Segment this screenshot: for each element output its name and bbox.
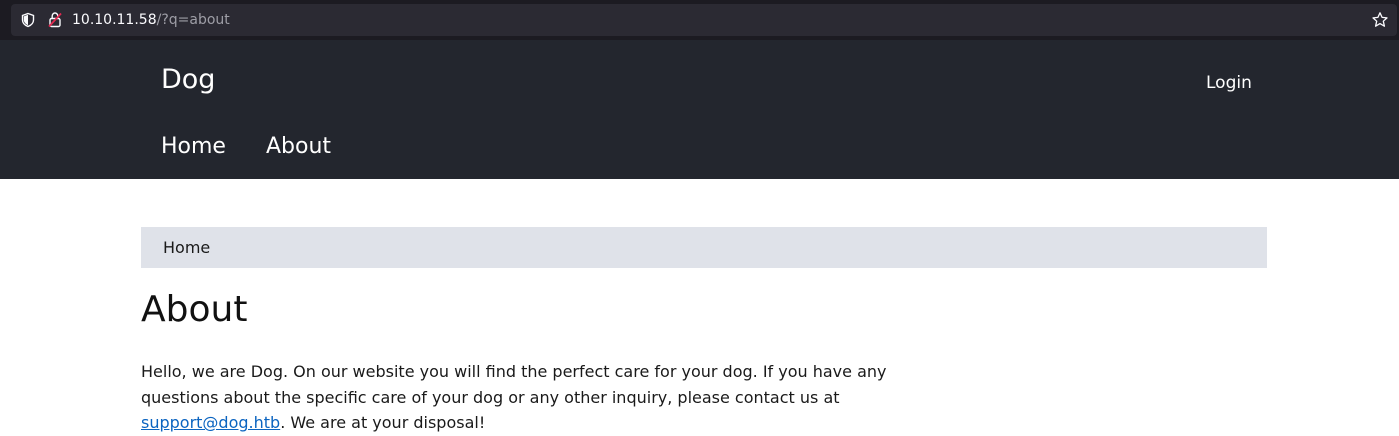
- breadcrumb: Home: [141, 227, 1267, 268]
- browser-toolbar: 10.10.11.58/?q=about: [0, 0, 1399, 40]
- menu-link-about[interactable]: About: [266, 134, 331, 159]
- lock-insecure-icon[interactable]: [47, 11, 63, 28]
- paragraph-text-start: Hello, we are Dog. On our website you wi…: [141, 362, 887, 407]
- support-email-link[interactable]: support@dog.htb: [141, 413, 280, 432]
- url-path: /?q=about: [156, 12, 230, 28]
- bookmark-star-icon[interactable]: [1371, 11, 1389, 29]
- about-paragraph: Hello, we are Dog. On our website you wi…: [141, 359, 963, 436]
- menu-link-home[interactable]: Home: [161, 134, 226, 159]
- page-title: About: [141, 289, 248, 330]
- shield-icon[interactable]: [20, 12, 36, 28]
- login-link[interactable]: Login: [1206, 72, 1252, 94]
- site-name-link[interactable]: Dog: [161, 62, 215, 98]
- breadcrumb-home-link[interactable]: Home: [163, 227, 210, 268]
- main-menu: Home About: [161, 132, 331, 162]
- url-text[interactable]: 10.10.11.58/?q=about: [72, 4, 230, 36]
- menu-item-home: Home: [161, 132, 226, 162]
- menu-item-about: About: [266, 132, 331, 162]
- site-header: Dog Login Home About: [0, 40, 1399, 179]
- url-host: 10.10.11.58: [72, 12, 157, 28]
- paragraph-text-end: . We are at your disposal!: [280, 413, 486, 432]
- address-bar[interactable]: 10.10.11.58/?q=about: [11, 4, 1397, 36]
